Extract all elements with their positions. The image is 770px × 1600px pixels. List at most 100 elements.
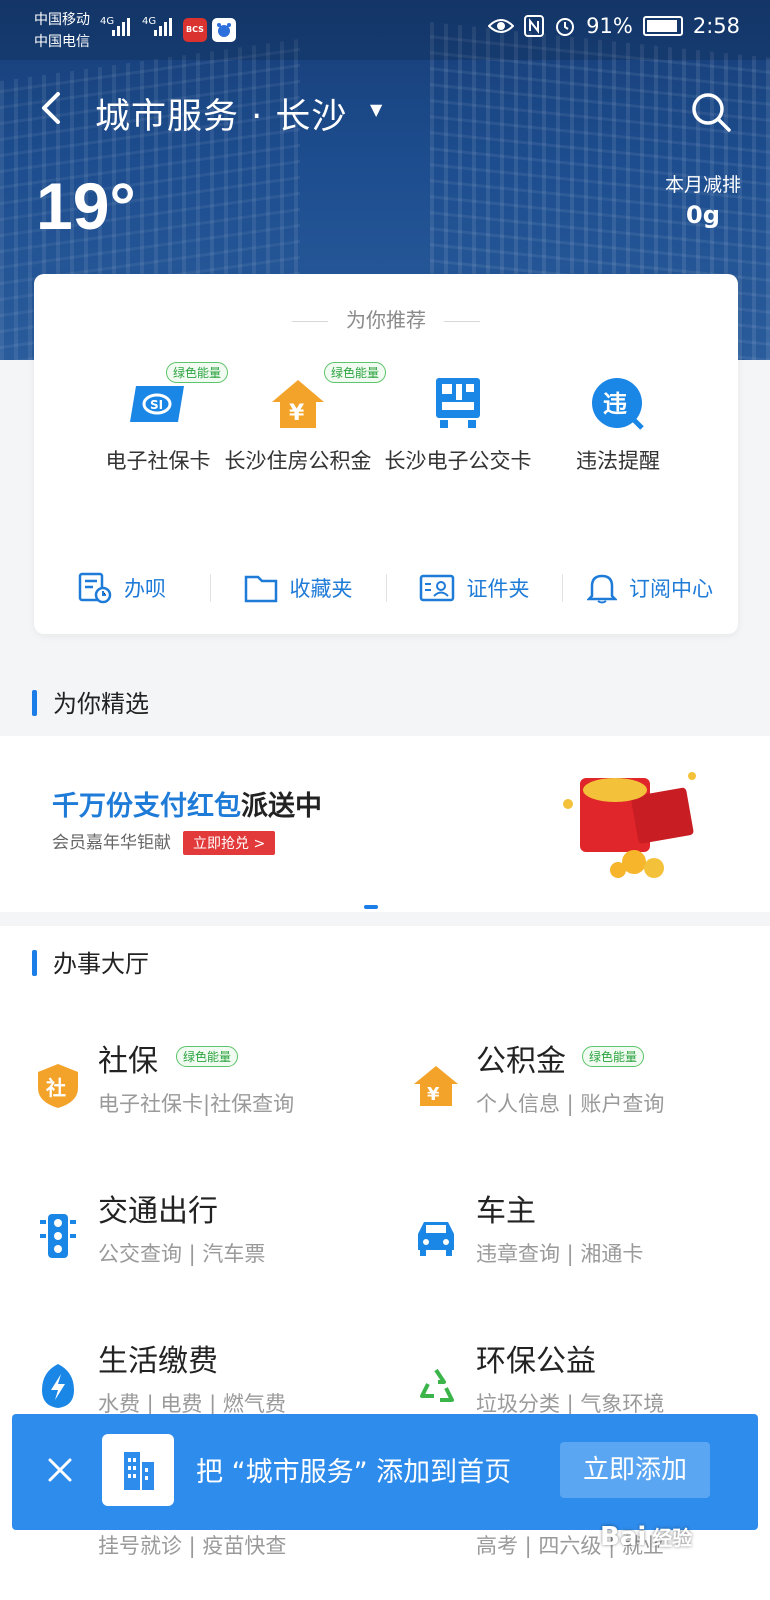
social-security-card-icon: SI xyxy=(126,376,190,430)
carousel-indicator xyxy=(364,894,382,913)
tool-label: 收藏夹 xyxy=(289,577,353,601)
watermark-text: Bai xyxy=(600,1522,647,1552)
rec-item-label: 违法提醒 xyxy=(576,449,660,473)
tool-id-folder[interactable]: 证件夹 xyxy=(386,564,562,612)
chevron-left-icon xyxy=(42,92,60,124)
add-message: 把 “城市服务” 添加到首页 xyxy=(196,1457,512,1488)
rec-item-label: 长沙住房公积金 xyxy=(224,449,372,473)
service-name: 车主 xyxy=(476,1194,536,1229)
banner-headline: 千万份支付红包派送中 xyxy=(52,784,322,823)
bus-card-icon xyxy=(426,376,490,430)
green-energy-badge: 绿色能量 xyxy=(324,362,387,383)
status-bar: 中国移动 中国电信 4G 4G BCS 91% 2:58 xyxy=(0,0,770,60)
lightning-icon xyxy=(42,1364,74,1408)
banner-subtitle: 会员嘉年华钜献 xyxy=(52,833,171,853)
city-service-logo xyxy=(102,1434,174,1506)
city-dropdown-icon[interactable]: ▼ xyxy=(370,100,382,119)
add-to-home-bar: 把 “城市服务” 添加到首页 立即添加 xyxy=(12,1414,758,1530)
green-energy-badge: 绿色能量 xyxy=(176,1046,239,1067)
banner-headline-black: 派送中 xyxy=(241,791,322,822)
recommend-title: 为你推荐 xyxy=(34,304,738,333)
rec-item-social-security-card[interactable]: SI 电子社保卡 绿色能量 xyxy=(78,362,238,478)
house-yuan-icon: ¥ xyxy=(414,1066,458,1106)
close-button[interactable] xyxy=(40,1450,80,1490)
carriers: 中国移动 中国电信 xyxy=(34,9,90,53)
emission-label: 本月减排 xyxy=(664,174,741,196)
tool-label: 证件夹 xyxy=(466,577,530,601)
rec-item-housing-fund[interactable]: ¥ 长沙住房公积金 绿色能量 xyxy=(218,362,387,478)
signal-icon xyxy=(112,18,130,36)
add-now-button[interactable]: 立即添加 xyxy=(560,1442,710,1498)
svg-text:违: 违 xyxy=(603,390,627,418)
svg-text:社: 社 xyxy=(45,1076,66,1100)
id-card-icon xyxy=(419,574,454,602)
svg-text:¥: ¥ xyxy=(427,1084,440,1105)
car-icon xyxy=(418,1222,454,1256)
service-name: 环保公益 xyxy=(476,1344,596,1379)
traffic-light-icon xyxy=(40,1214,76,1258)
baidu-app-icon xyxy=(212,18,236,42)
service-sub: 公交查询 | 汽车票 xyxy=(98,1242,266,1266)
service-sub: 违章查询 | 湘通卡 xyxy=(476,1242,644,1266)
tool-label: 订阅中心 xyxy=(629,577,713,601)
search-icon xyxy=(692,93,731,132)
service-name: 生活缴费 xyxy=(98,1344,218,1379)
close-icon xyxy=(48,1458,72,1482)
hall-section-title: 办事大厅 xyxy=(32,944,149,979)
service-sub: 挂号就诊 | 疫苗快查 xyxy=(98,1534,287,1558)
eye-icon xyxy=(488,19,515,33)
emission-value: 0g xyxy=(686,201,720,229)
redeem-button[interactable]: 立即抢兑 > xyxy=(183,831,276,855)
clock: 2:58 xyxy=(692,14,740,38)
service-name: 公积金 xyxy=(476,1044,566,1079)
service-name: 社保 xyxy=(98,1044,158,1079)
violation-icon: 违 xyxy=(586,376,650,430)
service-car-owner[interactable]: 车主 违章查询 | 湘通卡 xyxy=(412,1186,770,1306)
app-notification-icon: BCS xyxy=(183,18,207,42)
tool-label: 办呗 xyxy=(124,577,166,601)
nfc-icon xyxy=(524,15,545,37)
rec-item-violation[interactable]: 违 违法提醒 xyxy=(538,366,698,478)
signal-icon xyxy=(154,18,172,36)
emission-widget[interactable]: 本月减排 0g xyxy=(648,170,758,229)
bell-icon xyxy=(587,574,617,604)
service-social-security[interactable]: 社 社保 绿色能量 电子社保卡|社保查询 xyxy=(34,1036,394,1156)
carrier-2: 中国电信 xyxy=(34,34,90,50)
promo-banner[interactable]: 千万份支付红包派送中 会员嘉年华钜献 立即抢兑 > xyxy=(0,736,770,912)
back-button[interactable] xyxy=(32,88,72,128)
recycle-icon xyxy=(420,1368,454,1402)
service-sub: 电子社保卡|社保查询 xyxy=(98,1092,295,1116)
svg-text:¥: ¥ xyxy=(289,401,305,426)
temperature[interactable]: 19° xyxy=(36,168,136,244)
tool-ban-bei[interactable]: 办呗 xyxy=(34,564,210,612)
banner-subline: 会员嘉年华钜献 立即抢兑 > xyxy=(52,828,276,855)
rec-item-label: 电子社保卡 xyxy=(105,449,211,473)
carrier-1: 中国移动 xyxy=(34,12,90,28)
rec-item-bus-card[interactable]: 长沙电子公交卡 xyxy=(378,366,538,478)
service-sub: 个人信息 | 账户查询 xyxy=(476,1092,665,1116)
service-name: 交通出行 xyxy=(98,1194,218,1229)
red-envelope-image xyxy=(560,764,710,884)
baidu-watermark: Bai 经验 xyxy=(600,1522,692,1552)
battery-icon xyxy=(642,16,683,36)
featured-section-title: 为你精选 xyxy=(32,684,149,719)
battery-percent: 91% xyxy=(586,14,633,38)
folder-icon xyxy=(244,575,277,603)
recommend-card: 为你推荐 SI 电子社保卡 绿色能量 ¥ 长沙住房公积金 绿色能量 长沙电子公交… xyxy=(34,274,738,634)
tool-subscription-center[interactable]: 订阅中心 xyxy=(562,564,738,612)
nav-bar: 城市服务 · 长沙 ▼ xyxy=(0,70,770,150)
watermark-suffix: 经验 xyxy=(652,1526,693,1550)
shield-icon: 社 xyxy=(38,1064,78,1108)
service-transport[interactable]: 交通出行 公交查询 | 汽车票 xyxy=(34,1186,394,1306)
status-right: 91% 2:58 xyxy=(488,14,740,38)
service-housing-fund[interactable]: ¥ 公积金 绿色能量 个人信息 | 账户查询 xyxy=(412,1036,770,1156)
green-energy-badge: 绿色能量 xyxy=(582,1046,645,1067)
housing-fund-icon: ¥ xyxy=(266,376,330,430)
ban-bei-icon xyxy=(78,572,112,604)
tool-favorites[interactable]: 收藏夹 xyxy=(210,564,386,612)
tools-row: 办呗 收藏夹 证件夹 订阅中心 xyxy=(34,564,738,612)
svg-text:SI: SI xyxy=(150,398,163,412)
page-title[interactable]: 城市服务 · 长沙 xyxy=(95,88,347,139)
search-button[interactable] xyxy=(690,91,732,133)
banner-headline-blue: 千万份支付红包 xyxy=(52,791,241,822)
